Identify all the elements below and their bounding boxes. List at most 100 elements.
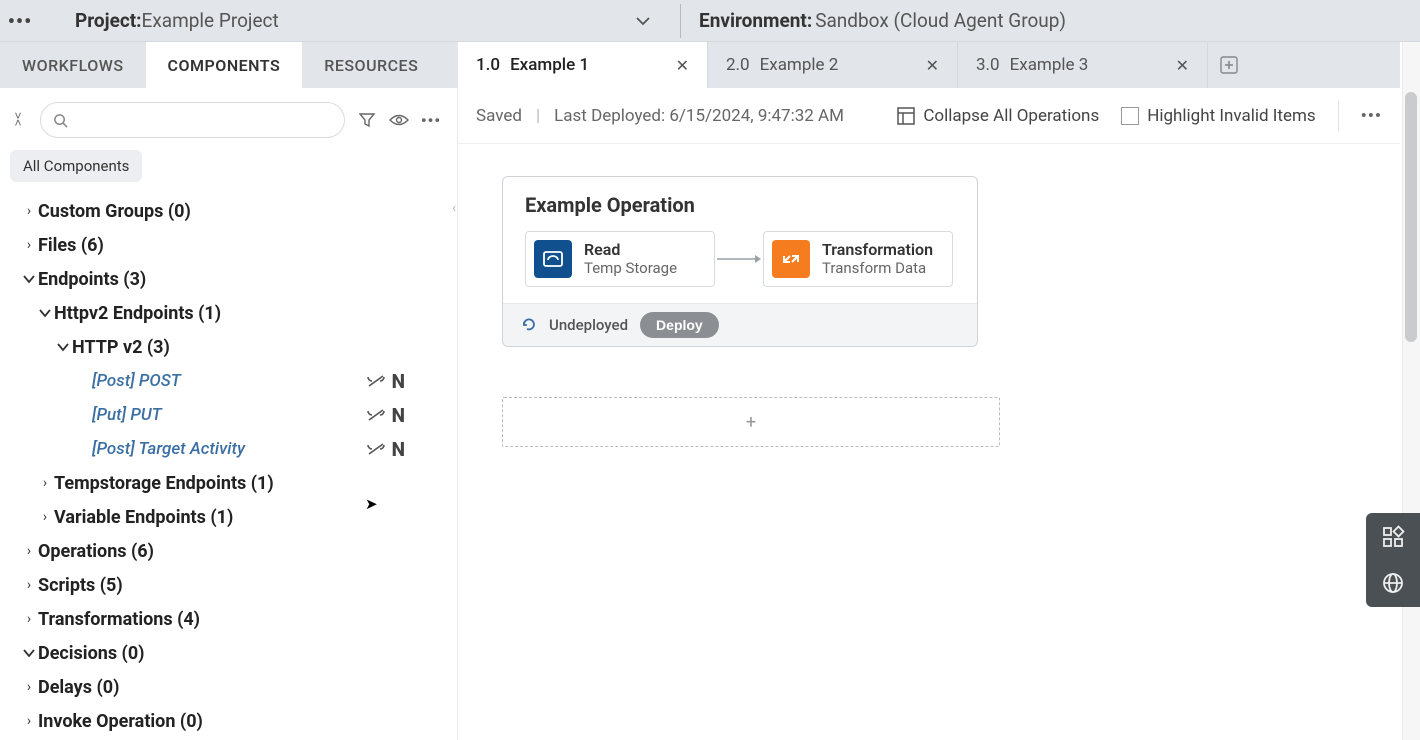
scrollbar-thumb[interactable] [1405, 92, 1417, 342]
close-icon[interactable]: ✕ [926, 56, 939, 75]
close-icon[interactable]: ✕ [1176, 56, 1189, 75]
tree-leaf-target-activity[interactable]: [Post] Target Activity N [4, 432, 449, 466]
more-icon[interactable]: ••• [1361, 106, 1382, 126]
collapse-all-button[interactable]: Collapse All Operations [897, 106, 1099, 126]
chevron-down-icon[interactable] [636, 16, 650, 26]
canvas-body: Example Operation Read Temp Storage [458, 144, 1400, 479]
tab-components[interactable]: COMPONENTS [146, 42, 303, 88]
chip-all-components[interactable]: All Components [10, 150, 142, 182]
step-title: Transformation [822, 241, 933, 259]
workflow-tab-1[interactable]: 1.0 Example 1 ✕ [458, 42, 708, 88]
tree-label: Tempstorage Endpoints (1) [54, 473, 274, 494]
tab-label: Example 3 [1010, 55, 1089, 75]
tab-number: 1.0 [476, 55, 500, 75]
chevron-down-icon [54, 342, 72, 352]
app-menu-icon[interactable]: ••• [0, 9, 40, 33]
right-rail [1366, 513, 1420, 607]
tree-label: Delays (0) [38, 677, 119, 698]
tree-label: Variable Endpoints (1) [54, 507, 233, 528]
tree-label: Operations (6) [38, 541, 154, 562]
vertical-scrollbar[interactable] [1402, 42, 1420, 740]
tree-invoke-operation[interactable]: ›Invoke Operation (0) [4, 704, 449, 738]
deploy-status: Undeployed [549, 316, 628, 334]
chevron-right-icon: › [20, 679, 38, 695]
environment-selector[interactable]: Environment: Sandbox (Cloud Agent Group) [681, 9, 1420, 32]
tree-scripts[interactable]: ›Scripts (5) [4, 568, 449, 602]
add-tab-button[interactable] [1208, 42, 1250, 88]
chevron-right-icon: › [20, 237, 38, 253]
canvas-toolbar: Saved | Last Deployed: 6/15/2024, 9:47:3… [458, 88, 1400, 144]
sidebar-tabs: WORKFLOWS COMPONENTS RESOURCES [0, 42, 457, 88]
panel-resize-handle[interactable]: ‹ [452, 200, 456, 216]
workflow-tab-3[interactable]: 3.0 Example 3 ✕ [958, 42, 1208, 88]
tree-tempstorage-endpoints[interactable]: ›Tempstorage Endpoints (1) [4, 466, 449, 500]
highlight-invalid-toggle[interactable]: Highlight Invalid Items [1121, 106, 1315, 126]
filter-icon[interactable] [357, 110, 377, 130]
workflow-canvas: 1.0 Example 1 ✕ 2.0 Example 2 ✕ 3.0 Exam… [458, 42, 1400, 740]
eye-icon[interactable] [389, 110, 409, 130]
search-input-wrap[interactable] [40, 102, 345, 138]
tree-delays[interactable]: ›Delays (0) [4, 670, 449, 704]
highlight-label: Highlight Invalid Items [1147, 106, 1315, 126]
undeployed-icon [521, 317, 537, 333]
sidebar: WORKFLOWS COMPONENTS RESOURCES ˅˄ ••• Al… [0, 42, 458, 740]
leaf-label: [Put] PUT [92, 405, 162, 425]
tree-custom-groups[interactable]: ›Custom Groups (0) [4, 194, 449, 228]
tree-operations[interactable]: ›Operations (6) [4, 534, 449, 568]
n-badge: N [392, 370, 405, 393]
checkbox-icon[interactable] [1121, 107, 1139, 125]
tree-label: Decisions (0) [38, 643, 144, 664]
chevron-right-icon: › [20, 713, 38, 729]
tree-leaf-put[interactable]: [Put] PUT N [4, 398, 449, 432]
more-icon[interactable]: ••• [421, 110, 441, 130]
tree-files[interactable]: ›Files (6) [4, 228, 449, 262]
transform-icon [772, 240, 810, 278]
tree-httpv2-endpoints[interactable]: Httpv2 Endpoints (1) [4, 296, 449, 330]
workflow-tab-2[interactable]: 2.0 Example 2 ✕ [708, 42, 958, 88]
operation-title: Example Operation [503, 177, 977, 231]
tab-label: Example 1 [510, 55, 589, 75]
tree-leaf-post[interactable]: [Post] POST N [4, 364, 449, 398]
tab-number: 2.0 [726, 55, 750, 75]
unlinked-icon [366, 374, 386, 388]
step-read[interactable]: Read Temp Storage [525, 231, 715, 287]
operation-footer: Undeployed Deploy [503, 303, 977, 346]
chevron-right-icon: › [36, 475, 54, 491]
step-transformation[interactable]: Transformation Transform Data [763, 231, 953, 287]
chevron-right-icon: › [20, 203, 38, 219]
collapse-tree-icon[interactable]: ˅˄ [8, 113, 28, 127]
search-icon [53, 113, 68, 128]
storage-icon [534, 240, 572, 278]
leaf-label: [Post] Target Activity [92, 439, 245, 459]
n-badge: N [392, 438, 405, 461]
collapse-label: Collapse All Operations [923, 106, 1099, 126]
tab-label: Example 2 [760, 55, 839, 75]
close-icon[interactable]: ✕ [676, 56, 689, 75]
deploy-button[interactable]: Deploy [640, 312, 719, 338]
search-input[interactable] [68, 112, 332, 128]
tree-label: Custom Groups (0) [38, 201, 191, 222]
chevron-right-icon: › [20, 543, 38, 559]
chevron-right-icon: › [36, 509, 54, 525]
operation-card[interactable]: Example Operation Read Temp Storage [502, 176, 978, 347]
tab-workflows[interactable]: WORKFLOWS [0, 42, 146, 88]
saved-status: Saved [476, 106, 522, 126]
tree-transformations[interactable]: ›Transformations (4) [4, 602, 449, 636]
component-tree: ›Custom Groups (0) ›Files (6) Endpoints … [0, 190, 457, 740]
tree-http-v2[interactable]: HTTP v2 (3) [4, 330, 449, 364]
project-selector[interactable]: Project: Example Project [40, 9, 680, 32]
add-operation-dropzone[interactable]: + [502, 397, 1000, 447]
globe-icon[interactable] [1381, 571, 1405, 595]
components-panel-icon[interactable] [1381, 525, 1405, 549]
environment-name: Sandbox (Cloud Agent Group) [815, 9, 1066, 32]
chevron-right-icon: › [20, 577, 38, 593]
top-header: ••• Project: Example Project Environment… [0, 0, 1420, 42]
project-label: Project: [75, 9, 142, 32]
tree-endpoints[interactable]: Endpoints (3) [4, 262, 449, 296]
tab-resources[interactable]: RESOURCES [302, 42, 440, 88]
chevron-down-icon [20, 648, 38, 658]
step-title: Read [584, 241, 677, 259]
tree-decisions[interactable]: Decisions (0) [4, 636, 449, 670]
tree-variable-endpoints[interactable]: ›Variable Endpoints (1) [4, 500, 449, 534]
tab-number: 3.0 [976, 55, 1000, 75]
